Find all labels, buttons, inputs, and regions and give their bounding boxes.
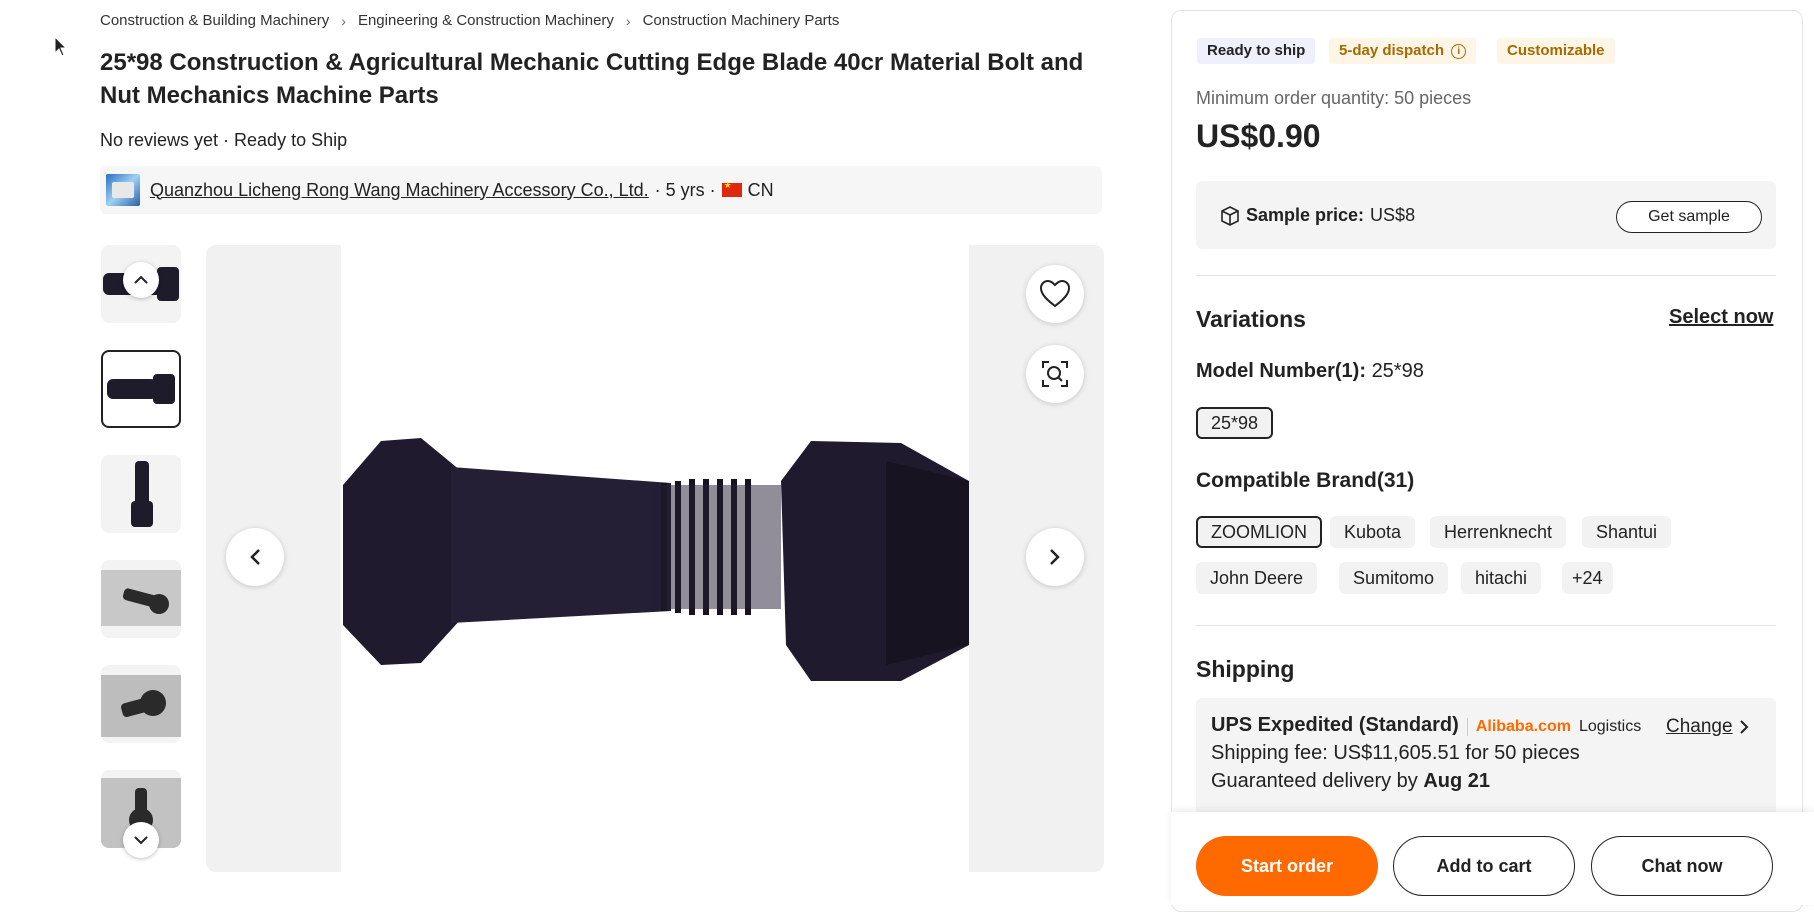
- chevron-right-icon: [1739, 720, 1748, 734]
- sample-price-label: Sample price:: [1246, 205, 1365, 225]
- main-product-image: [206, 245, 1104, 872]
- ready-to-ship-badge: Ready to ship: [1197, 38, 1316, 64]
- get-sample-button[interactable]: Get sample: [1616, 201, 1762, 233]
- thumbnail-2[interactable]: [101, 350, 181, 428]
- supplier-logo[interactable]: [106, 174, 140, 206]
- supplier-years: · 5 yrs ·: [654, 179, 716, 200]
- thumbnail-scroll-down-button[interactable]: [123, 822, 159, 858]
- chevron-left-icon: [250, 549, 260, 565]
- box-icon: [1221, 205, 1239, 226]
- breadcrumb-item[interactable]: Construction Machinery Parts: [643, 12, 840, 29]
- supplier-bar: Quanzhou Licheng Rong Wang Machinery Acc…: [100, 166, 1102, 214]
- customizable-badge: Customizable: [1497, 38, 1615, 64]
- chevron-down-icon: [134, 836, 148, 845]
- brand-option-chip[interactable]: Sumitomo: [1339, 562, 1449, 594]
- shipping-method: UPS Expedited (Standard) Alibaba.com Log…: [1211, 714, 1641, 737]
- shipping-method-name: UPS Expedited (Standard): [1211, 714, 1459, 736]
- brand-option-chip[interactable]: Herrenknecht: [1430, 516, 1567, 548]
- chevron-right-icon: [1050, 549, 1060, 565]
- model-number-title: Model Number(1):: [1196, 360, 1366, 382]
- model-number-label: Model Number(1): 25*98: [1196, 360, 1424, 383]
- product-photo: [341, 245, 969, 872]
- chat-now-button[interactable]: Chat now: [1591, 836, 1773, 896]
- shipping-heading: Shipping: [1196, 656, 1295, 682]
- thumbnail-3[interactable]: [101, 455, 181, 533]
- select-now-link[interactable]: Select now: [1669, 306, 1773, 329]
- dispatch-badge-label: 5-day dispatch: [1339, 42, 1445, 59]
- brand-option-chip[interactable]: Shantui: [1582, 516, 1672, 548]
- thumbnail-scroll-up-button[interactable]: [123, 262, 159, 298]
- change-label: Change: [1666, 716, 1733, 737]
- brand-option-chip[interactable]: ZOOMLION: [1196, 516, 1323, 548]
- image-search-button[interactable]: [1026, 345, 1084, 403]
- model-option-chip[interactable]: 25*98: [1196, 407, 1274, 439]
- chevron-up-icon: [134, 275, 148, 284]
- chevron-right-icon: ›: [625, 12, 631, 29]
- brand-option-chip[interactable]: hitachi: [1461, 562, 1542, 594]
- breadcrumb-item[interactable]: Construction & Building Machinery: [100, 12, 329, 29]
- breadcrumb-item[interactable]: Engineering & Construction Machinery: [358, 12, 614, 29]
- logistics-label: Logistics: [1578, 718, 1642, 735]
- delivery-prefix: Guaranteed delivery by: [1211, 770, 1418, 792]
- previous-image-button[interactable]: [226, 528, 284, 586]
- chevron-right-icon: ›: [341, 12, 346, 29]
- brand-option-chip[interactable]: John Deere: [1196, 562, 1318, 594]
- supplier-name-link[interactable]: Quanzhou Licheng Rong Wang Machinery Acc…: [150, 180, 649, 201]
- unit-price: US$0.90: [1196, 118, 1321, 154]
- info-icon[interactable]: i: [1451, 43, 1467, 59]
- delivery-date: Aug 21: [1423, 770, 1491, 792]
- image-search-icon: [1042, 361, 1068, 387]
- start-order-button[interactable]: Start order: [1196, 836, 1378, 896]
- breadcrumb: Construction & Building Machinery › Engi…: [100, 12, 839, 29]
- supplier-country: CN: [747, 179, 774, 200]
- minimum-order-quantity: Minimum order quantity: 50 pieces: [1196, 88, 1472, 108]
- model-number-value: 25*98: [1371, 360, 1424, 382]
- china-flag-icon: [721, 180, 742, 197]
- alibaba-logistics-logo: Alibaba.com: [1466, 718, 1571, 736]
- delivery-estimate: Guaranteed delivery by Aug 21: [1211, 770, 1490, 793]
- review-summary: No reviews yet · Ready to Ship: [100, 130, 348, 150]
- brand-option-chip[interactable]: Kubota: [1330, 516, 1416, 548]
- thumbnail-5[interactable]: [101, 665, 181, 743]
- shipping-fee: Shipping fee: US$11,605.51 for 50 pieces: [1211, 742, 1580, 764]
- thumbnail-4[interactable]: [101, 560, 181, 638]
- divider: [1196, 275, 1776, 276]
- next-image-button[interactable]: [1026, 528, 1084, 586]
- bolt-and-nut-image: [343, 438, 969, 681]
- compatible-brand-label: Compatible Brand(31): [1196, 469, 1415, 492]
- change-shipping-link[interactable]: Change: [1666, 716, 1749, 738]
- heart-icon: [1040, 280, 1070, 308]
- more-brands-chip[interactable]: +24: [1562, 562, 1613, 594]
- dispatch-badge: 5-day dispatch i: [1329, 38, 1477, 64]
- product-title: 25*98 Construction & Agricultural Mechan…: [100, 49, 1084, 109]
- divider: [1196, 625, 1776, 626]
- add-to-cart-button[interactable]: Add to cart: [1393, 836, 1575, 896]
- favorite-button[interactable]: [1026, 265, 1084, 323]
- sample-price-value: US$8: [1370, 205, 1416, 225]
- sample-price-row: Sample price: US$8: [1220, 205, 1415, 226]
- variations-heading: Variations: [1196, 306, 1306, 332]
- mouse-cursor-icon: [54, 35, 68, 63]
